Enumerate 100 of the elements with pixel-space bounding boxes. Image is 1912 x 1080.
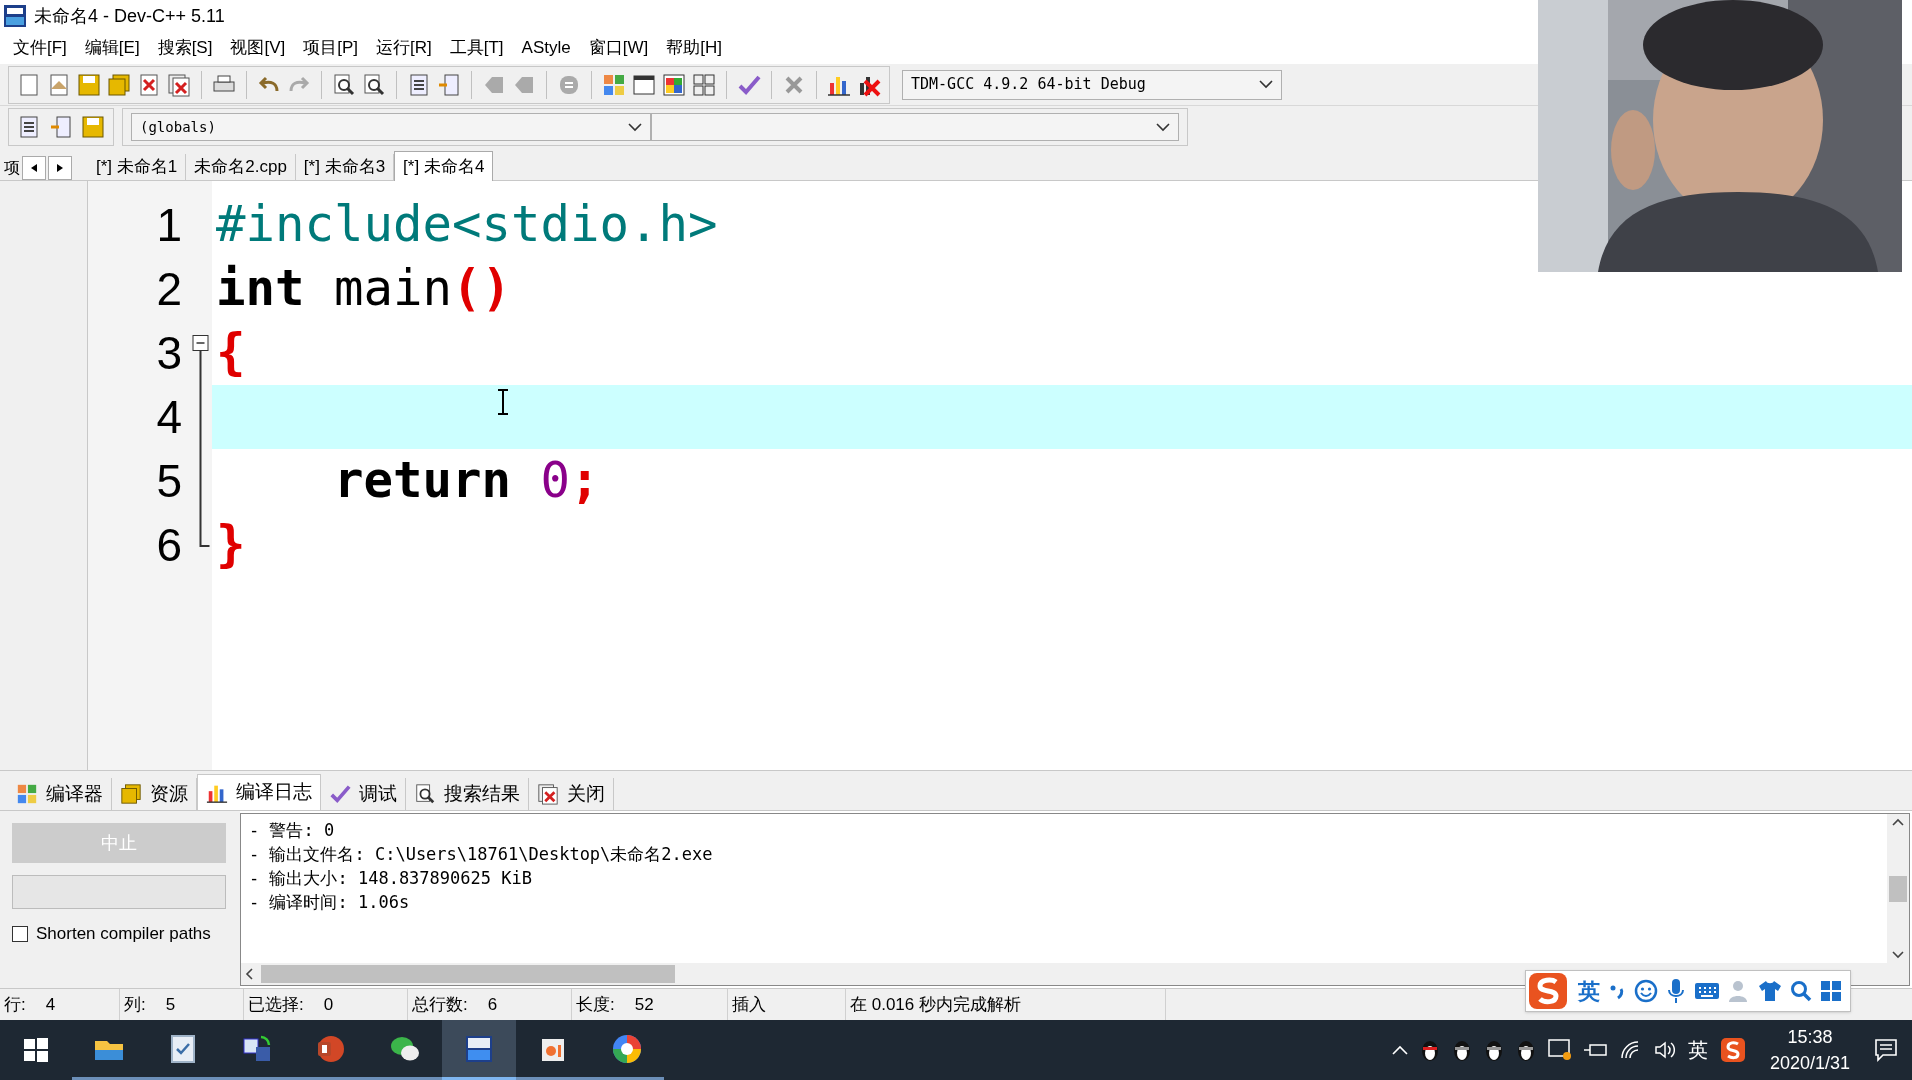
menu-item[interactable]: AStyle — [512, 31, 580, 65]
page-cross-icon[interactable] — [137, 72, 161, 97]
menu-item[interactable]: 项目[P] — [294, 31, 368, 65]
chevron-down-icon — [628, 122, 642, 132]
chevron-down-icon — [1156, 122, 1170, 132]
microphone-icon[interactable] — [1666, 978, 1686, 1004]
page-magnifier-icon[interactable] — [362, 72, 386, 97]
log-line: - 编译时间: 1.06s — [249, 891, 411, 914]
chevron-down-icon — [1892, 951, 1904, 959]
fold-marker-drawing[interactable] — [192, 335, 210, 547]
speaker-icon[interactable] — [1653, 1040, 1676, 1060]
vertical-scrollbar[interactable] — [1887, 814, 1909, 963]
penguin-icon[interactable] — [1515, 1038, 1536, 1062]
app-logo-icon — [4, 5, 26, 27]
monitor-icon[interactable] — [1547, 1039, 1572, 1061]
window-title: 未命名4 - Dev-C++ 5.11 — [34, 4, 225, 28]
scope-dropdown[interactable]: (globals) — [131, 113, 651, 141]
code-line: #include<stdio.h> — [216, 195, 718, 256]
penguin-icon[interactable] — [1451, 1038, 1472, 1062]
scroll-thumb[interactable] — [1889, 875, 1907, 902]
file-tab[interactable]: [*] 未命名4 — [394, 151, 494, 181]
line-number: 2 — [156, 261, 182, 317]
pinwheel-icon — [611, 1032, 643, 1065]
line-number: 3 — [156, 325, 182, 381]
color-grid-icon — [16, 783, 38, 805]
input-language-indicator[interactable]: 英 — [1687, 1035, 1708, 1065]
page-icon[interactable] — [47, 72, 71, 97]
battery-plug-icon[interactable] — [1583, 1042, 1608, 1058]
menu-item[interactable]: 编辑[E] — [75, 31, 149, 65]
search-icon[interactable] — [1790, 980, 1812, 1002]
status-label: 已选择: — [248, 993, 304, 1016]
grid-icon[interactable] — [1820, 980, 1842, 1002]
pages-cross-icon — [537, 783, 559, 805]
ime-logo-icon[interactable] — [1719, 1037, 1746, 1063]
status-label: 总行数: — [412, 993, 468, 1016]
scroll-right-button[interactable] — [48, 156, 72, 180]
menu-item[interactable]: 工具[T] — [440, 31, 513, 65]
line-number: 6 — [156, 517, 182, 573]
list-icon[interactable] — [407, 72, 431, 97]
log-line: - 输出大小: 148.837890625 KiB — [249, 867, 533, 890]
new-page-icon[interactable] — [17, 72, 41, 97]
squares-icon — [120, 783, 142, 805]
code-line: } — [216, 515, 246, 576]
status-label: 列: — [124, 993, 146, 1016]
notification-icon[interactable] — [1874, 1038, 1900, 1062]
penguin-icon[interactable] — [1419, 1038, 1440, 1062]
log-line: - 输出文件名: C:\Users\18761\Desktop\未命名2.exe — [249, 843, 714, 866]
code-line: { — [216, 323, 246, 384]
menu-item[interactable]: 文件[F] — [4, 31, 76, 65]
status-label: 行: — [4, 993, 26, 1016]
start-icon[interactable] — [24, 1038, 48, 1062]
triangle-right-icon — [57, 164, 63, 172]
shirt-icon[interactable] — [1758, 979, 1782, 1003]
menu-item[interactable]: 窗口[W] — [579, 31, 658, 65]
menu-item[interactable]: 运行[R] — [367, 31, 441, 65]
page-magnifier-icon — [414, 783, 436, 805]
chevron-down-icon — [1259, 80, 1273, 89]
penguin-icon[interactable] — [1483, 1038, 1504, 1062]
checkbox-label[interactable]: Shorten compiler paths — [36, 921, 211, 947]
line-number: 4 — [156, 389, 182, 445]
clock-date[interactable]: 2020/1/31 — [1769, 1050, 1850, 1076]
checkbox[interactable] — [12, 925, 28, 942]
chevron-up-icon[interactable] — [1391, 1045, 1408, 1055]
window-icon[interactable] — [632, 72, 656, 97]
panel-tab[interactable]: 编译日志 — [197, 774, 321, 810]
chevron-left-icon — [245, 968, 253, 980]
scroll-left-button[interactable] — [22, 156, 46, 180]
status-label: 在 0.016 秒内完成解析 — [850, 993, 1021, 1016]
code-line: return 0; — [333, 451, 600, 512]
floppy-disks-icon[interactable] — [107, 72, 131, 97]
scroll-thumb[interactable] — [261, 965, 675, 983]
text-cursor-icon — [496, 389, 510, 415]
menu-item[interactable]: 视图[V] — [221, 31, 295, 65]
status-value: 5 — [165, 993, 176, 1016]
list-icon[interactable] — [17, 115, 41, 139]
compiler-dropdown[interactable]: TDM-GCC 4.9.2 64-bit Debug — [902, 69, 1282, 100]
triangle-left-icon — [31, 164, 37, 172]
palette-icon[interactable] — [662, 72, 686, 97]
keyboard-icon[interactable] — [1694, 981, 1720, 1001]
check-icon — [329, 783, 351, 805]
log-line: - 警告: 0 — [249, 819, 336, 842]
smiley-icon[interactable] — [1634, 979, 1658, 1003]
project-tab[interactable]: 项 — [4, 156, 20, 180]
status-value: 0 — [323, 993, 334, 1016]
ime-mode-toggle[interactable]: 英 — [1578, 974, 1600, 1008]
code-line: int main() — [216, 259, 512, 320]
status-value: 52 — [634, 993, 654, 1016]
page-magnifier-icon[interactable] — [332, 72, 356, 97]
clock-time[interactable]: 15:38 — [1787, 1024, 1833, 1050]
menu-item[interactable]: 帮助[H] — [657, 31, 731, 65]
color-grid-icon[interactable] — [602, 72, 626, 97]
status-value: 4 — [45, 993, 56, 1016]
menu-item[interactable]: 搜索[S] — [148, 31, 222, 65]
status-label: 插入 — [732, 993, 766, 1016]
status-value: 6 — [487, 993, 498, 1016]
chevron-up-icon — [1892, 818, 1904, 826]
line-number: 5 — [156, 453, 182, 509]
pages-cross-icon[interactable] — [167, 72, 191, 97]
grid-icon[interactable] — [692, 72, 716, 97]
taskbar-app[interactable] — [442, 1020, 516, 1080]
